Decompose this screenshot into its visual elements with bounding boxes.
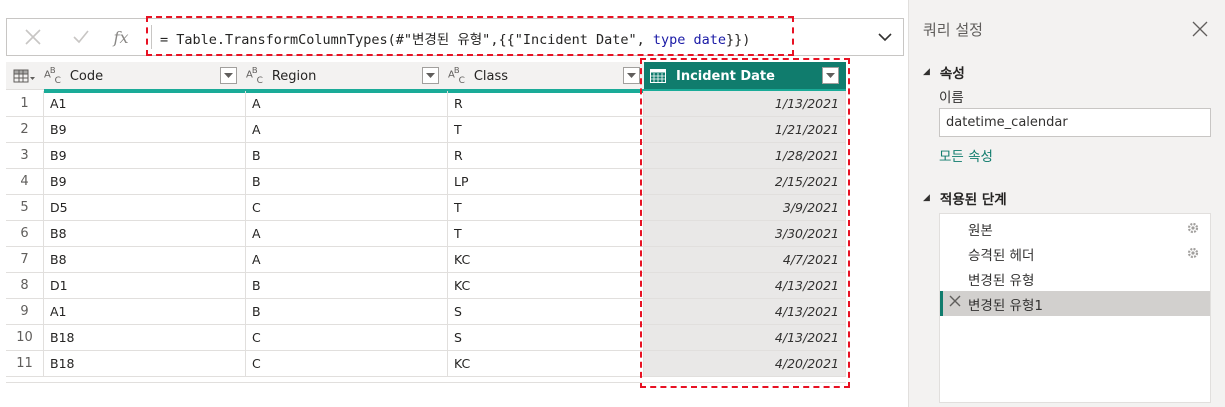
row-index[interactable]: 2 bbox=[6, 117, 44, 143]
applied-step-label: 변경된 유형 bbox=[968, 272, 1035, 289]
cell-code[interactable]: B8 bbox=[44, 247, 246, 273]
cell-class[interactable]: KC bbox=[448, 273, 644, 299]
cancel-icon[interactable] bbox=[15, 19, 51, 55]
cell-region[interactable]: B bbox=[246, 273, 448, 299]
fx-icon[interactable]: fx bbox=[103, 19, 139, 55]
text-type-icon: ABC bbox=[448, 64, 465, 87]
row-index[interactable]: 5 bbox=[6, 195, 44, 221]
cell-class[interactable]: R bbox=[448, 143, 644, 169]
properties-section-header[interactable]: ◢ 속성 bbox=[923, 62, 965, 82]
applied-steps-list: 원본승격된 헤더변경된 유형변경된 유형1 bbox=[939, 213, 1211, 403]
text-type-icon: ABC bbox=[246, 64, 263, 87]
column-header-code[interactable]: ABC Code bbox=[44, 62, 244, 90]
cell-class[interactable]: T bbox=[448, 195, 644, 221]
cell-region[interactable]: B bbox=[246, 143, 448, 169]
column-class-dropdown-icon[interactable] bbox=[623, 67, 640, 84]
cell-region[interactable]: B bbox=[246, 169, 448, 195]
applied-step-label: 원본 bbox=[968, 222, 993, 239]
column-code-dropdown-icon[interactable] bbox=[220, 67, 237, 84]
cell-code[interactable]: B9 bbox=[44, 117, 246, 143]
row-index[interactable]: 6 bbox=[6, 221, 44, 247]
cell-region[interactable]: C bbox=[246, 195, 448, 221]
close-icon[interactable] bbox=[1191, 20, 1209, 38]
incident-date-highlight-box bbox=[640, 58, 850, 388]
column-region-dropdown-icon[interactable] bbox=[422, 67, 439, 84]
query-settings-pane: 쿼리 설정 ◢ 속성 이름 모든 속성 ◢ 적용된 단계 원본승격된 헤더변경된… bbox=[908, 0, 1225, 407]
commit-check-icon[interactable] bbox=[63, 19, 99, 55]
applied-step[interactable]: 승격된 헤더 bbox=[940, 241, 1210, 266]
cell-class[interactable]: R bbox=[448, 91, 644, 117]
row-index[interactable]: 1 bbox=[6, 91, 44, 117]
column-header-region[interactable]: ABC Region bbox=[246, 62, 446, 90]
cell-region[interactable]: C bbox=[246, 351, 448, 377]
cell-code[interactable]: B9 bbox=[44, 143, 246, 169]
applied-step[interactable]: 변경된 유형1 bbox=[940, 291, 1210, 316]
cell-region[interactable]: A bbox=[246, 117, 448, 143]
collapse-triangle-icon: ◢ bbox=[923, 67, 930, 77]
row-index[interactable]: 3 bbox=[6, 143, 44, 169]
cell-class[interactable]: KC bbox=[448, 247, 644, 273]
gear-icon[interactable] bbox=[1186, 221, 1200, 235]
cell-region[interactable]: A bbox=[246, 91, 448, 117]
cell-class[interactable]: S bbox=[448, 299, 644, 325]
cell-class[interactable]: LP bbox=[448, 169, 644, 195]
applied-step-label: 승격된 헤더 bbox=[968, 247, 1035, 264]
cell-class[interactable]: T bbox=[448, 117, 644, 143]
cell-code[interactable]: A1 bbox=[44, 299, 246, 325]
cell-code[interactable]: B18 bbox=[44, 351, 246, 377]
formula-highlight-box bbox=[146, 16, 794, 56]
cell-region[interactable]: A bbox=[246, 221, 448, 247]
cell-class[interactable]: T bbox=[448, 221, 644, 247]
row-index[interactable]: 8 bbox=[6, 273, 44, 299]
text-type-icon: ABC bbox=[44, 64, 61, 87]
query-settings-title: 쿼리 설정 bbox=[923, 21, 983, 39]
applied-step[interactable]: 원본 bbox=[940, 216, 1210, 241]
row-index[interactable]: 10 bbox=[6, 325, 44, 351]
collapse-triangle-icon: ◢ bbox=[923, 193, 930, 203]
cell-code[interactable]: A1 bbox=[44, 91, 246, 117]
query-name-input[interactable] bbox=[939, 108, 1211, 137]
row-index[interactable]: 4 bbox=[6, 169, 44, 195]
row-index[interactable]: 7 bbox=[6, 247, 44, 273]
expand-formula-chevron-icon[interactable] bbox=[876, 28, 894, 46]
cell-region[interactable]: A bbox=[246, 247, 448, 273]
name-label: 이름 bbox=[939, 90, 964, 106]
cell-code[interactable]: B18 bbox=[44, 325, 246, 351]
cell-region[interactable]: B bbox=[246, 299, 448, 325]
cell-code[interactable]: D1 bbox=[44, 273, 246, 299]
table-menu-icon[interactable] bbox=[6, 62, 42, 90]
column-header-class[interactable]: ABC Class bbox=[448, 62, 644, 90]
row-index[interactable]: 11 bbox=[6, 351, 44, 377]
cell-class[interactable]: S bbox=[448, 325, 644, 351]
cell-code[interactable]: B9 bbox=[44, 169, 246, 195]
cell-code[interactable]: B8 bbox=[44, 221, 246, 247]
applied-step-label: 변경된 유형1 bbox=[968, 297, 1043, 314]
cell-class[interactable]: KC bbox=[448, 351, 644, 377]
applied-step[interactable]: 변경된 유형 bbox=[940, 266, 1210, 291]
cell-code[interactable]: D5 bbox=[44, 195, 246, 221]
row-index[interactable]: 9 bbox=[6, 299, 44, 325]
delete-step-icon[interactable] bbox=[948, 294, 962, 308]
cell-region[interactable]: C bbox=[246, 325, 448, 351]
applied-steps-section-header[interactable]: ◢ 적용된 단계 bbox=[923, 188, 1007, 208]
gear-icon[interactable] bbox=[1186, 246, 1200, 260]
all-properties-link[interactable]: 모든 속성 bbox=[939, 145, 993, 165]
